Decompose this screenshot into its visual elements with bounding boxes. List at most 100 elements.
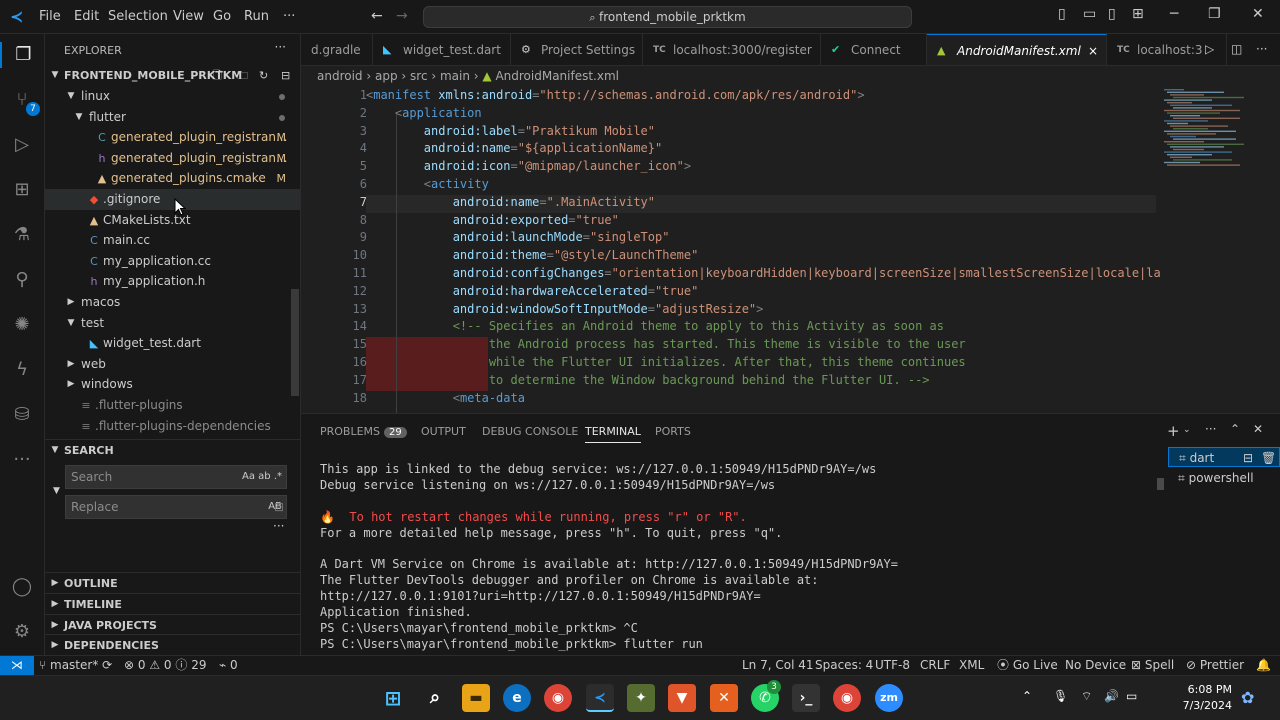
tree-item[interactable]: ▶ macos xyxy=(45,292,300,313)
zoom-icon[interactable]: zm xyxy=(875,684,903,712)
tab-project-settings[interactable]: ⚙ Project Settings xyxy=(511,34,643,65)
edge-icon[interactable]: e xyxy=(503,684,531,712)
manage-gear-icon[interactable]: ⚙ xyxy=(9,619,35,645)
menu-go[interactable]: Go xyxy=(213,9,231,24)
branch-status[interactable]: ⑂ master* ⟳ xyxy=(39,656,112,675)
tree-item[interactable]: ▲ generated_plugins.cmake M xyxy=(45,168,300,189)
tree-item[interactable]: ≡ .flutter-plugins-dependencies xyxy=(45,416,300,437)
chrome-icon[interactable]: ◉ xyxy=(544,684,572,712)
tree-item[interactable]: Cmy_application.cc xyxy=(45,251,300,272)
indentation-status[interactable]: Spaces: 4 xyxy=(815,656,873,675)
menu-edit[interactable]: Edit xyxy=(74,9,99,24)
breadcrumb-item[interactable]: android xyxy=(317,69,363,83)
tab-terminal[interactable]: TERMINAL xyxy=(585,425,641,443)
tree-item[interactable]: ▼ linux xyxy=(45,86,300,107)
new-terminal-icon[interactable]: + xyxy=(1167,422,1180,440)
xampp-icon[interactable]: ✕ xyxy=(710,684,738,712)
volume-icon[interactable]: 🔊 xyxy=(1104,689,1119,703)
command-center[interactable]: ⌕ frontend_mobile_prktkm xyxy=(423,6,912,28)
brave-icon[interactable]: ▼ xyxy=(668,684,696,712)
cursor-position[interactable]: Ln 7, Col 41 xyxy=(742,656,814,675)
tree-item[interactable]: ◆ .gitignore xyxy=(45,189,300,210)
forward-arrow-icon[interactable]: → xyxy=(396,8,408,24)
extensions-icon[interactable]: ⊞ xyxy=(9,177,35,203)
java-projects-section[interactable]: ▶ JAVA PROJECTS xyxy=(45,614,300,635)
back-arrow-icon[interactable]: ← xyxy=(371,8,383,24)
maximize-panel-icon[interactable]: ⌃ xyxy=(1230,422,1240,436)
chrome-2-icon[interactable]: ◉ xyxy=(833,684,861,712)
tree-item[interactable]: Cmain.cc xyxy=(45,230,300,251)
tray-chevron-icon[interactable]: ⌃ xyxy=(1022,689,1032,703)
notifications-icon[interactable]: 🔔 xyxy=(1256,656,1271,675)
device-status[interactable]: No Device xyxy=(1065,656,1126,675)
remote-icon[interactable]: ⋊ xyxy=(0,656,34,675)
replace-input[interactable]: Replace AB xyxy=(65,495,287,519)
breadcrumb-item[interactable]: app xyxy=(375,69,398,83)
outline-section[interactable]: ▶ OUTLINE xyxy=(45,572,300,593)
close-icon[interactable]: × xyxy=(1088,35,1098,65)
file-explorer-icon[interactable]: ▬ xyxy=(462,684,490,712)
run-icon[interactable]: ▷ xyxy=(1205,42,1214,56)
split-terminal-icon[interactable]: ⊟ xyxy=(1243,448,1253,468)
breadcrumb-item[interactable]: AndroidManifest.xml xyxy=(495,69,619,83)
replace-all-icon[interactable]: ⊟ xyxy=(274,500,284,514)
clock[interactable]: 6:08 PM 7/3/2024 xyxy=(1183,682,1232,714)
battery-icon[interactable]: ▭ xyxy=(1126,689,1137,703)
tab-debug-console[interactable]: DEBUG CONSOLE xyxy=(482,425,578,438)
language-status[interactable]: XML xyxy=(959,656,984,675)
tab-androidmanifest-xml[interactable]: ▲ AndroidManifest.xml × xyxy=(927,34,1107,65)
tree-item[interactable]: ▼ flutter xyxy=(45,107,300,128)
search-input[interactable]: Search Aa ab .* xyxy=(65,465,287,489)
tab-localhost-3000-register[interactable]: TC localhost:3000/register xyxy=(643,34,821,65)
panel-more-icon[interactable]: ··· xyxy=(1205,422,1216,436)
more-icon[interactable]: ··· xyxy=(9,447,35,473)
menu-run[interactable]: Run xyxy=(244,9,269,24)
new-file-icon[interactable]: 🗋 xyxy=(213,65,222,86)
terminal-scrollbar[interactable] xyxy=(1157,478,1164,490)
tab-widget-test-dart[interactable]: ◣ widget_test.dart xyxy=(373,34,511,65)
breadcrumb-item[interactable]: main xyxy=(440,69,470,83)
thunder-client-icon[interactable]: ϟ xyxy=(9,357,35,383)
ports-status[interactable]: ⌁ 0 xyxy=(219,656,238,675)
minimap[interactable] xyxy=(1160,86,1270,206)
problems-status[interactable]: ⊗ 0 ⚠ 0 ⓘ 29 xyxy=(124,656,206,675)
collapse-all-icon[interactable]: ⊟ xyxy=(281,65,290,86)
toggle-panel-icon[interactable]: ▭ xyxy=(1083,6,1096,22)
terminal-item-dart[interactable]: ⌗ dart ⊟ 🗑 xyxy=(1168,447,1280,467)
tree-item[interactable]: ≡ .flutter-plugins xyxy=(45,395,300,416)
testing-icon[interactable]: ⚗ xyxy=(9,222,35,248)
tree-item[interactable]: Cgenerated_plugin_registran... M xyxy=(45,127,300,148)
project-header[interactable]: ▼ FRONTEND_MOBILE_PRKTKM 🗋 🗀 ↻ ⊟ xyxy=(45,65,300,86)
tree-item[interactable]: ◣ widget_test.dart xyxy=(45,333,300,354)
new-folder-icon[interactable]: 🗀 xyxy=(237,65,248,86)
tree-item[interactable]: ▼ test xyxy=(45,313,300,334)
tab-problems[interactable]: PROBLEMS 29 xyxy=(320,425,407,438)
tab-output[interactable]: OUTPUT xyxy=(421,425,466,438)
tree-item[interactable]: ▶ web xyxy=(45,354,300,375)
customize-layout-icon[interactable]: ⊞ xyxy=(1132,6,1144,22)
prettier-status[interactable]: ⊘ Prettier xyxy=(1186,656,1244,675)
account-icon[interactable]: ◯ xyxy=(9,574,35,600)
toggle-primary-sidebar-icon[interactable]: ▯ xyxy=(1058,6,1066,22)
go-live-status[interactable]: ⦿ Go Live xyxy=(997,656,1058,675)
toggle-secondary-sidebar-icon[interactable]: ▯ xyxy=(1108,6,1116,22)
tree-item[interactable]: ▲ CMakeLists.txt xyxy=(45,210,300,231)
menu-selection[interactable]: Selection xyxy=(108,9,168,24)
microphone-icon[interactable]: 🎙 xyxy=(1053,689,1068,703)
menu-file[interactable]: File xyxy=(39,9,61,24)
database-icon[interactable]: ⛁ xyxy=(9,402,35,428)
flask-icon[interactable]: ⚲ xyxy=(9,267,35,293)
app-icon[interactable]: ✦ xyxy=(627,684,655,712)
close-panel-icon[interactable]: ✕ xyxy=(1253,422,1263,436)
tree-item[interactable]: h generated_plugin_registran... M xyxy=(45,148,300,169)
sidebar-scrollbar[interactable] xyxy=(291,289,299,396)
dependencies-section[interactable]: ▶ DEPENDENCIES xyxy=(45,634,300,655)
code-editor[interactable]: 1 <manifest xmlns:android="http://schemas… xyxy=(301,86,1280,413)
timeline-section[interactable]: ▶ TIMELINE xyxy=(45,593,300,614)
refresh-icon[interactable]: ↻ xyxy=(259,65,268,86)
taskbar-search-icon[interactable]: ⌕ xyxy=(421,684,449,712)
terminal-taskbar-icon[interactable]: ›_ xyxy=(792,684,820,712)
copilot-icon[interactable]: ✿ xyxy=(1241,688,1254,707)
terminal-dropdown-icon[interactable]: ⌄ xyxy=(1183,425,1191,435)
terminal-item-powershell[interactable]: ⌗ powershell xyxy=(1168,468,1280,488)
